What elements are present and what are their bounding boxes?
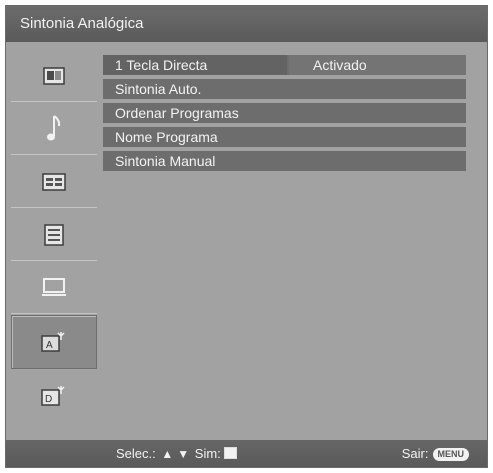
confirm-label: Sim: — [194, 446, 221, 461]
analog-tuning-antenna-icon: A — [41, 332, 65, 352]
arrow-up-icon: ▲ — [161, 447, 174, 461]
svg-text:A: A — [46, 340, 53, 351]
footer-hint-bar: Selec.: ▲ ▼ Sim: Sair: MENU — [6, 440, 487, 467]
menu-item-program-name[interactable]: Nome Programa — [103, 127, 466, 147]
sidebar-item-pc[interactable] — [11, 262, 97, 314]
exit-hint: Sair: MENU — [402, 440, 469, 467]
sidebar: A D — [11, 50, 97, 422]
screen-settings-icon — [42, 172, 66, 191]
menu-item-label: Sintonia Manual — [115, 153, 216, 169]
pc-monitor-icon — [42, 277, 66, 296]
tv-menu-screen: Sintonia Analógica A D 1 Tecla Directa A… — [5, 5, 488, 468]
arrow-down-icon: ▼ — [177, 447, 190, 461]
digital-tuning-antenna-icon: D — [41, 386, 65, 406]
menu-item-sort-programs[interactable]: Ordenar Programas — [103, 103, 466, 123]
sidebar-item-setup[interactable] — [11, 209, 97, 261]
menu-item-label: Ordenar Programas — [115, 105, 239, 121]
ok-button-icon — [223, 447, 237, 459]
sidebar-item-screen[interactable] — [11, 156, 97, 208]
setup-list-icon — [44, 223, 64, 246]
menu-item-label: Sintonia Auto. — [115, 81, 202, 97]
exit-label: Sair: — [401, 446, 429, 461]
menu-item-one-touch-direct[interactable]: 1 Tecla Directa Activado — [103, 55, 466, 75]
sidebar-item-digital-tuning[interactable]: D — [11, 370, 97, 422]
menu-item-label: Nome Programa — [115, 129, 218, 145]
sidebar-item-picture[interactable] — [11, 50, 97, 102]
menu-key-icon: MENU — [432, 448, 469, 461]
menu-item-value: Activado — [289, 55, 466, 75]
menu-item-label: 1 Tecla Directa — [115, 57, 208, 73]
sidebar-item-analog-tuning[interactable]: A — [11, 315, 97, 369]
select-hint: Selec.: ▲ ▼ Sim: — [116, 440, 237, 467]
page-title: Sintonia Analógica — [6, 6, 487, 42]
svg-text:D: D — [45, 394, 52, 405]
menu-item-manual-tuning[interactable]: Sintonia Manual — [103, 151, 466, 171]
sound-music-note-icon — [47, 114, 61, 140]
menu-item-auto-tuning[interactable]: Sintonia Auto. — [103, 79, 466, 99]
select-label: Selec.: — [116, 446, 156, 461]
picture-settings-icon — [43, 66, 65, 85]
sidebar-item-sound[interactable] — [11, 103, 97, 155]
